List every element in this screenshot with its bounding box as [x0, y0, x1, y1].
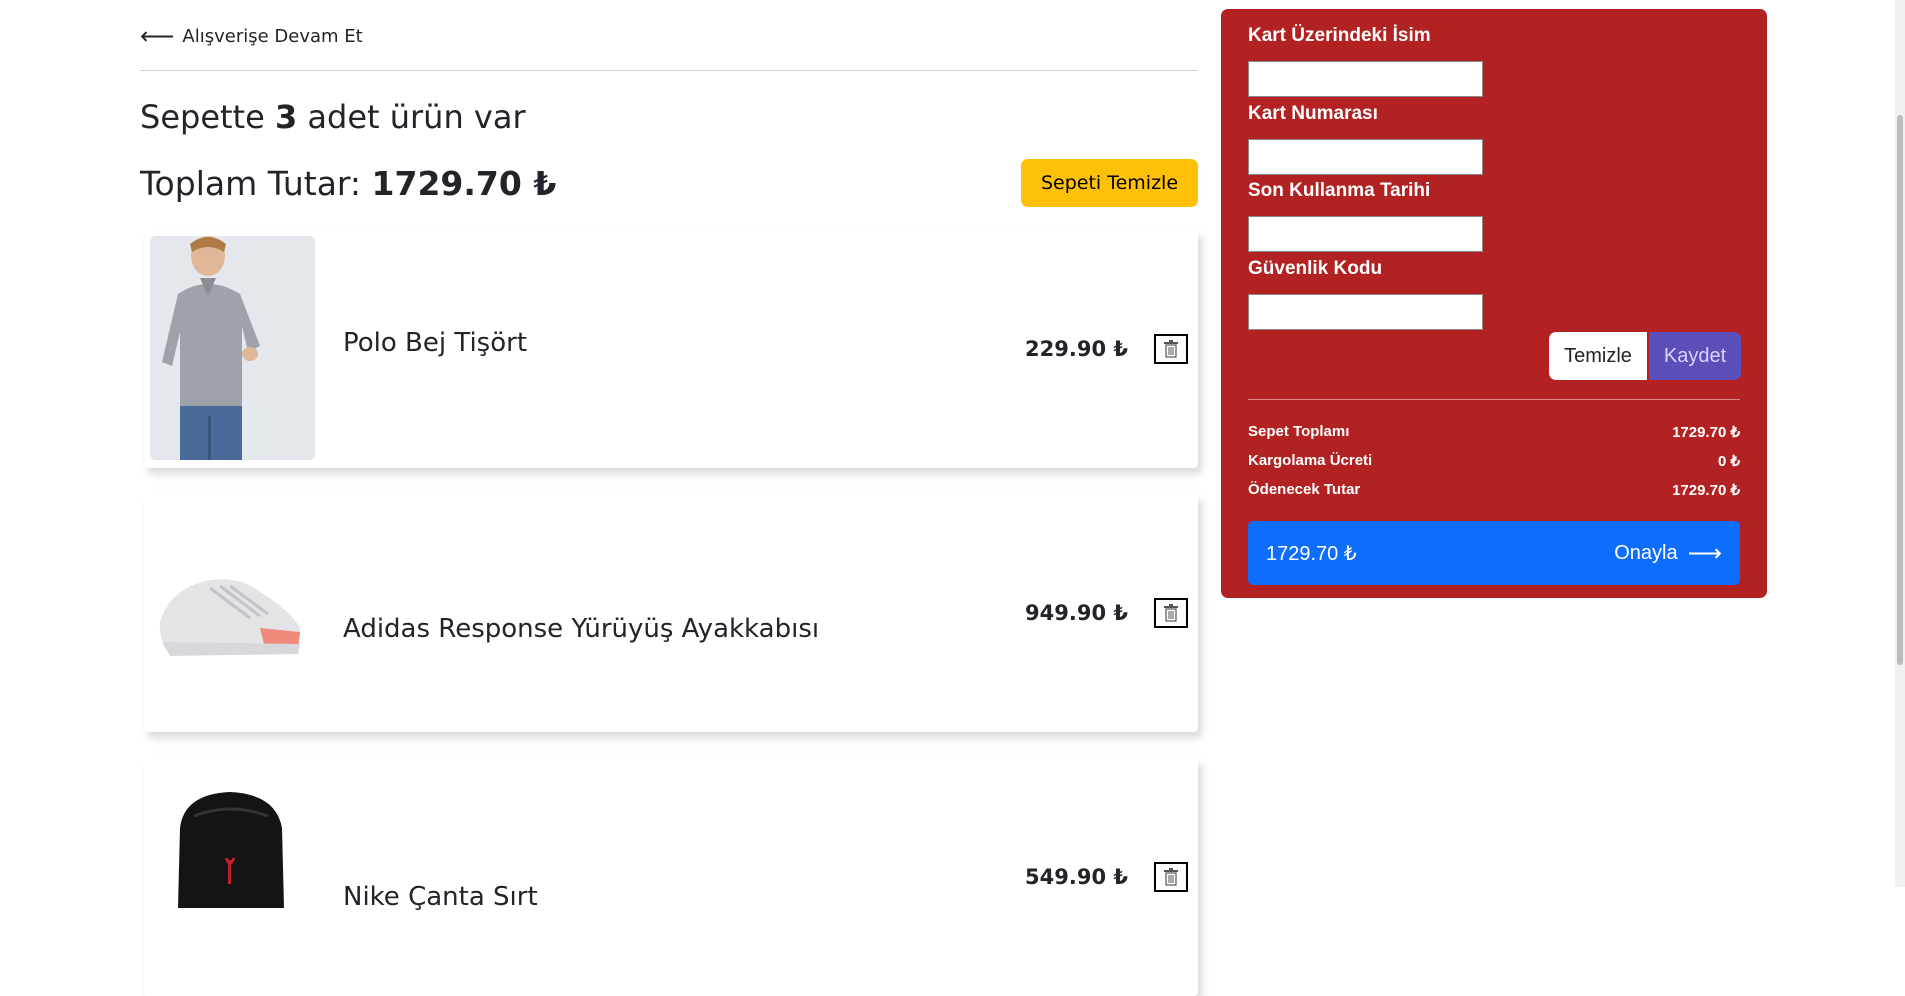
clear-cart-button[interactable]: Sepeti Temizle [1021, 159, 1198, 207]
item-name[interactable]: Adidas Response Yürüyüş Ayakkabısı [343, 614, 819, 644]
card-number-input[interactable] [1248, 139, 1483, 175]
cart-item: Nike Çanta Sırt 549.90 ₺ [144, 758, 1198, 996]
cart-total: Toplam Tutar: 1729.70 ₺ [140, 164, 556, 203]
trash-icon [1164, 340, 1178, 358]
item-name[interactable]: Polo Bej Tişört [343, 328, 527, 358]
arrow-left-icon: ⟵ [140, 22, 175, 50]
clear-form-button[interactable]: Temizle [1549, 332, 1647, 380]
confirm-button[interactable]: 1729.70 ₺ Onayla ⟶ [1248, 521, 1740, 585]
continue-shopping-link[interactable]: ⟵ Alışverişe Devam Et [140, 24, 363, 48]
cart-item: Adidas Response Yürüyüş Ayakkabısı 949.9… [144, 494, 1198, 732]
backpack-image [150, 788, 315, 908]
expiry-label: Son Kullanma Tarihi [1248, 180, 1431, 201]
total-value: 1729.70 ₺ [371, 164, 557, 203]
count-suffix: adet ürün var [307, 98, 526, 136]
scrollbar-thumb[interactable] [1897, 115, 1903, 665]
divider [1248, 399, 1740, 400]
delete-item-button[interactable] [1154, 862, 1188, 892]
cart-count-heading: Sepette 3 adet ürün var [140, 98, 526, 136]
cvc-input[interactable] [1248, 294, 1483, 330]
continue-shopping-label: Alışverişe Devam Et [182, 25, 363, 47]
sneaker-image [150, 558, 315, 668]
polo-shirt-image [150, 236, 315, 460]
save-card-button[interactable]: Kaydet [1649, 332, 1741, 380]
delete-item-button[interactable] [1154, 598, 1188, 628]
card-name-input[interactable] [1248, 61, 1483, 97]
divider [140, 70, 1198, 71]
payable-label: Ödenecek Tutar [1248, 481, 1361, 498]
card-name-label: Kart Üzerindeki İsim [1248, 25, 1431, 46]
confirm-action: Onayla ⟶ [1614, 539, 1722, 568]
count-prefix: Sepette [140, 98, 265, 136]
shipping-value: 0 ₺ [1717, 453, 1740, 470]
subtotal-value: 1729.70 ₺ [1672, 424, 1740, 441]
trash-icon [1164, 604, 1178, 622]
page-scrollbar[interactable] [1895, 0, 1905, 887]
cart-item: Polo Bej Tişört 229.90 ₺ [144, 230, 1198, 468]
arrow-right-icon: ⟶ [1687, 539, 1722, 567]
trash-icon [1164, 868, 1178, 886]
total-label: Toplam Tutar: [140, 164, 362, 203]
confirm-amount: 1729.70 ₺ [1266, 542, 1357, 565]
payment-panel: Kart Üzerindeki İsim Kart Numarası Son K… [1221, 9, 1767, 598]
count-value: 3 [274, 98, 298, 136]
expiry-input[interactable] [1248, 216, 1483, 252]
item-price: 549.90 ₺ [1025, 865, 1128, 889]
shipping-row: Kargolama Ücreti 0 ₺ [1248, 452, 1740, 470]
payable-value: 1729.70 ₺ [1672, 482, 1740, 499]
cvc-label: Güvenlik Kodu [1248, 258, 1383, 279]
confirm-label: Onayla [1614, 541, 1678, 564]
delete-item-button[interactable] [1154, 334, 1188, 364]
item-price: 229.90 ₺ [1025, 337, 1128, 361]
subtotal-row: Sepet Toplamı 1729.70 ₺ [1248, 423, 1740, 441]
card-number-label: Kart Numarası [1248, 103, 1378, 124]
item-price: 949.90 ₺ [1025, 601, 1128, 625]
subtotal-label: Sepet Toplamı [1248, 423, 1350, 440]
shipping-label: Kargolama Ücreti [1248, 452, 1373, 469]
payable-row: Ödenecek Tutar 1729.70 ₺ [1248, 481, 1740, 499]
